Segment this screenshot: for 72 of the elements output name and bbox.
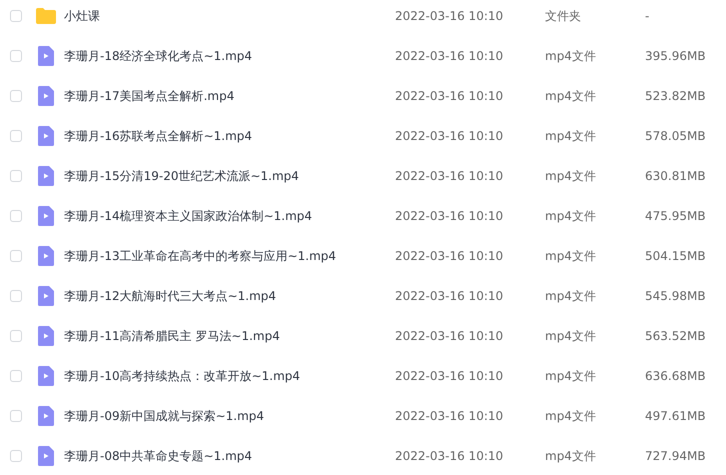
file-type: mp4文件 [545, 88, 597, 104]
file-name[interactable]: 李珊月-11高清希腊民主 罗马法~1.mp4 [64, 328, 395, 344]
video-file-icon [38, 166, 54, 186]
modified-date: 2022-03-16 10:10 [395, 129, 504, 143]
file-type: mp4文件 [545, 128, 597, 144]
video-file-icon [38, 126, 54, 146]
file-name[interactable]: 李珊月-14梳理资本主义国家政治体制~1.mp4 [64, 208, 395, 224]
checkbox[interactable] [10, 290, 22, 302]
file-type: mp4文件 [545, 168, 597, 184]
modified-date: 2022-03-16 10:10 [395, 249, 504, 263]
file-name[interactable]: 李珊月-09新中国成就与探索~1.mp4 [64, 408, 395, 424]
file-type: mp4文件 [545, 328, 597, 344]
file-size: - [645, 9, 650, 23]
modified-date: 2022-03-16 10:10 [395, 409, 504, 423]
modified-date: 2022-03-16 10:10 [395, 289, 504, 303]
video-file-icon [38, 46, 54, 66]
checkbox[interactable] [10, 250, 22, 262]
file-size: 578.05MB [645, 129, 707, 143]
file-type: mp4文件 [545, 208, 597, 224]
video-file-icon [38, 286, 54, 306]
file-type: mp4文件 [545, 288, 597, 304]
file-size: 630.81MB [645, 169, 707, 183]
file-type: mp4文件 [545, 368, 597, 384]
file-name[interactable]: 李珊月-08中共革命史专题~1.mp4 [64, 448, 395, 464]
file-type: mp4文件 [545, 48, 597, 64]
checkbox[interactable] [10, 90, 22, 102]
file-name[interactable]: 李珊月-12大航海时代三大考点~1.mp4 [64, 288, 395, 304]
file-type: mp4文件 [545, 448, 597, 464]
file-name[interactable]: 李珊月-16苏联考点全解析~1.mp4 [64, 128, 395, 144]
modified-date: 2022-03-16 10:10 [395, 329, 504, 343]
checkbox[interactable] [10, 50, 22, 62]
checkbox[interactable] [10, 410, 22, 422]
file-size: 545.98MB [645, 289, 707, 303]
file-size: 497.61MB [645, 409, 707, 423]
checkbox[interactable] [10, 170, 22, 182]
modified-date: 2022-03-16 10:10 [395, 369, 504, 383]
video-file-icon [38, 326, 54, 346]
file-name[interactable]: 李珊月-15分清19-20世纪艺术流派~1.mp4 [64, 168, 395, 184]
file-size: 475.95MB [645, 209, 707, 223]
video-file-icon [38, 206, 54, 226]
file-type: 文件夹 [545, 8, 582, 24]
video-file-icon [38, 86, 54, 106]
video-file-icon [38, 406, 54, 426]
file-size: 395.96MB [645, 49, 707, 63]
modified-date: 2022-03-16 10:10 [395, 89, 504, 103]
video-file-icon [38, 446, 54, 466]
file-name[interactable]: 小灶课 [64, 8, 395, 24]
modified-date: 2022-03-16 10:10 [395, 169, 504, 183]
checkbox[interactable] [10, 130, 22, 142]
video-file-icon [38, 366, 54, 386]
file-name[interactable]: 李珊月-13工业革命在高考中的考察与应用~1.mp4 [64, 248, 395, 264]
checkbox[interactable] [10, 10, 22, 22]
file-size: 523.82MB [645, 89, 707, 103]
file-name[interactable]: 李珊月-17美国考点全解析.mp4 [64, 88, 395, 104]
folder-icon [36, 8, 56, 24]
checkbox[interactable] [10, 210, 22, 222]
file-size: 727.94MB [645, 449, 707, 463]
video-file-icon [38, 246, 54, 266]
modified-date: 2022-03-16 10:10 [395, 9, 504, 23]
file-name[interactable]: 李珊月-10高考持续热点：改革开放~1.mp4 [64, 368, 395, 384]
file-type: mp4文件 [545, 408, 597, 424]
checkbox[interactable] [10, 450, 22, 462]
file-size: 504.15MB [645, 249, 707, 263]
checkbox[interactable] [10, 330, 22, 342]
checkbox[interactable] [10, 370, 22, 382]
file-name[interactable]: 李珊月-18经济全球化考点~1.mp4 [64, 48, 395, 64]
file-type: mp4文件 [545, 248, 597, 264]
modified-date: 2022-03-16 10:10 [395, 449, 504, 463]
modified-date: 2022-03-16 10:10 [395, 49, 504, 63]
file-size: 636.68MB [645, 369, 707, 383]
modified-date: 2022-03-16 10:10 [395, 209, 504, 223]
file-size: 563.52MB [645, 329, 707, 343]
